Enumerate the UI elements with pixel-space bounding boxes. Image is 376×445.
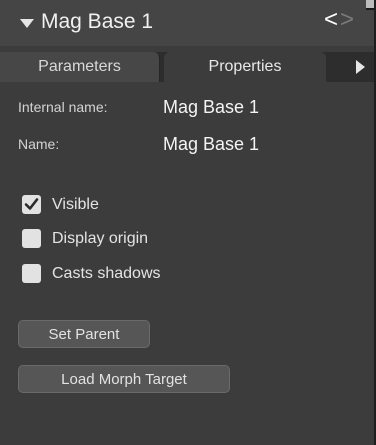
- previous-arrow-icon[interactable]: <: [324, 8, 338, 32]
- panel-header: Mag Base 1 < >: [0, 0, 374, 46]
- internal-name-label: Internal name:: [18, 99, 108, 115]
- name-value[interactable]: Mag Base 1: [163, 134, 259, 155]
- tab-properties[interactable]: Properties: [164, 52, 326, 82]
- tab-bar: Parameters Properties: [0, 52, 374, 82]
- casts-shadows-label: Casts shadows: [52, 265, 161, 282]
- set-parent-button[interactable]: Set Parent: [18, 320, 150, 348]
- load-morph-target-button[interactable]: Load Morph Target: [18, 365, 230, 393]
- display-origin-label: Display origin: [52, 230, 149, 247]
- display-origin-checkbox[interactable]: [22, 229, 41, 248]
- internal-name-value: Mag Base 1: [163, 97, 260, 117]
- casts-shadows-checkbox[interactable]: [22, 264, 41, 283]
- collapse-triangle-icon[interactable]: [20, 19, 34, 28]
- next-arrow-icon[interactable]: >: [340, 8, 354, 32]
- visible-label: Visible: [52, 196, 99, 213]
- name-label: Name:: [18, 136, 60, 152]
- tab-scroll-right-icon[interactable]: [356, 60, 365, 74]
- tab-parameters[interactable]: Parameters: [0, 52, 160, 82]
- panel-menu-icon[interactable]: [366, 0, 374, 10]
- checkmark-icon: [24, 198, 39, 210]
- visible-checkbox[interactable]: [22, 195, 41, 214]
- properties-panel: Mag Base 1 < > Parameters Properties Int…: [0, 0, 376, 445]
- panel-title: Mag Base 1: [41, 10, 154, 33]
